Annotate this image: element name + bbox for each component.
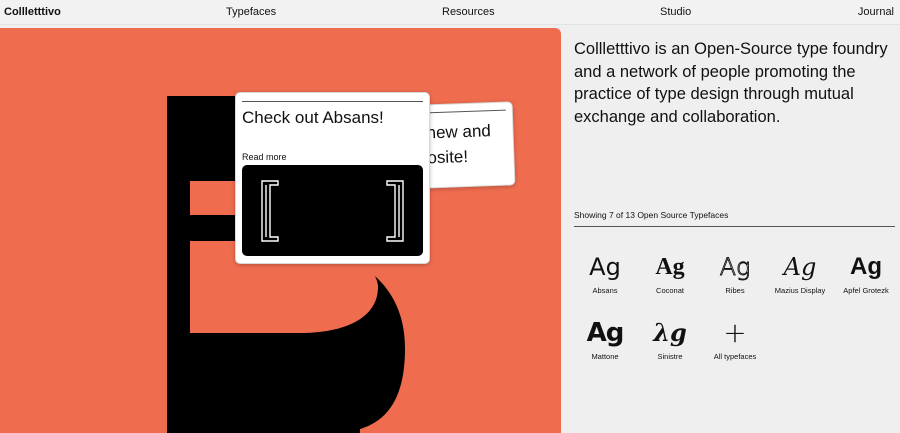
hero-showcase: new and osite! Check out Absans! Read mo… — [0, 28, 561, 433]
foundry-description: Collletttivo is an Open-Source type foun… — [574, 40, 888, 126]
foundry-info-panel: Collletttivo is an Open-Source type foun… — [568, 28, 900, 433]
bracket-glyph-artwork — [261, 180, 404, 242]
typeface-card-absans[interactable]: Ag Absans — [569, 250, 641, 296]
promo-card-back[interactable]: new and osite! — [418, 101, 516, 189]
nav-item-journal[interactable]: Journal — [858, 0, 894, 24]
nav-item-typefaces[interactable]: Typefaces — [226, 0, 276, 24]
typeface-count-label: Showing 7 of 13 Open Source Typefaces — [574, 210, 729, 220]
typeface-specimen: Ag — [719, 253, 751, 282]
typeface-specimen: Ag — [850, 253, 882, 280]
promo-card-back-line-1: new and — [426, 121, 492, 143]
typeface-name: Ribes — [725, 286, 745, 295]
typeface-name: Apfel Grotezk — [843, 286, 889, 295]
typeface-specimen: Ag — [655, 254, 685, 280]
all-typefaces-link[interactable]: + All typefaces — [699, 316, 771, 362]
typeface-preview-image — [242, 165, 423, 256]
brand-logo-link[interactable]: Collletttivo — [4, 0, 61, 24]
typeface-name: Coconat — [656, 286, 684, 295]
nav-item-studio[interactable]: Studio — [660, 0, 691, 24]
card-divider — [242, 101, 423, 102]
typeface-name: Mattone — [591, 352, 619, 361]
typeface-card-coconat[interactable]: Ag Coconat — [634, 250, 706, 296]
typeface-card-sinistre[interactable]: λg Sinistre — [634, 316, 706, 362]
typeface-name: Sinistre — [657, 352, 683, 361]
typeface-specimen: λg — [653, 318, 687, 347]
typeface-name: Absans — [592, 286, 618, 295]
typeface-card-mattone[interactable]: Ag Mattone — [569, 316, 641, 362]
read-more-link[interactable]: Read more — [242, 151, 287, 163]
typeface-card-apfel-grotezk[interactable]: Ag Apfel Grotezk — [830, 250, 900, 296]
typeface-name: Mazius Display — [774, 286, 826, 295]
typeface-specimen: Ag — [586, 318, 625, 348]
top-navigation: Collletttivo Typefaces Resources Studio … — [0, 0, 900, 25]
nav-item-resources[interactable]: Resources — [442, 0, 495, 24]
card-divider — [425, 109, 506, 114]
typeface-name: All typefaces — [713, 352, 757, 361]
typeface-card-mazius-display[interactable]: Ag Mazius Display — [764, 250, 836, 296]
promo-card-title: Check out Absans! — [242, 108, 384, 127]
promo-card-absans[interactable]: Check out Absans! Read more — [235, 92, 430, 264]
promo-card-back-text: new and osite! — [426, 117, 512, 170]
typeface-specimen: Ag — [589, 253, 621, 281]
typeface-card-ribes[interactable]: Ag Ribes — [699, 250, 771, 296]
plus-icon: + — [723, 316, 747, 349]
section-divider — [574, 226, 895, 227]
typeface-specimen: Ag — [783, 253, 817, 281]
promo-card-back-line-2: osite! — [427, 146, 469, 168]
